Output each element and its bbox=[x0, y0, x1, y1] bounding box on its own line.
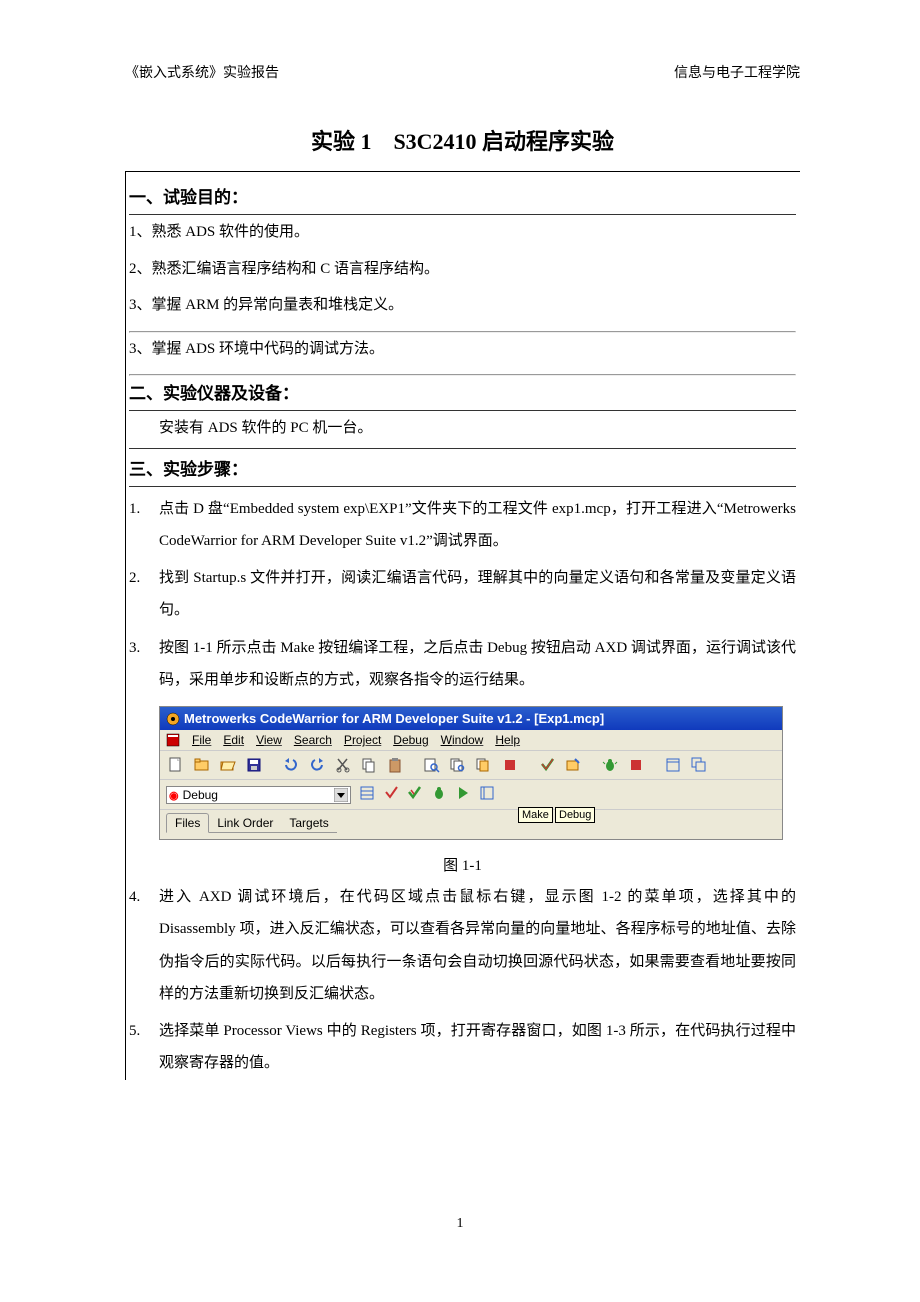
ide-titlebar: Metrowerks CodeWarrior for ARM Developer… bbox=[160, 707, 782, 730]
new-folder-icon[interactable] bbox=[192, 755, 212, 775]
window-cascade-icon[interactable] bbox=[689, 755, 709, 775]
step-number: 5. bbox=[129, 1015, 159, 1080]
step-text: 找到 Startup.s 文件并打开，阅读汇编语言代码，理解其中的向量定义语句和… bbox=[159, 562, 796, 627]
step-number: 4. bbox=[129, 881, 159, 1010]
objective-item: 3、掌握 ADS 环境中代码的调试方法。 bbox=[129, 338, 796, 361]
equipment-text: 安装有 ADS 软件的 PC 机一台。 bbox=[129, 417, 796, 440]
make-button[interactable] bbox=[407, 785, 423, 804]
menu-help[interactable]: Help bbox=[495, 733, 520, 747]
ide-screenshot: Metrowerks CodeWarrior for ARM Developer… bbox=[159, 706, 783, 840]
undo-icon[interactable] bbox=[281, 755, 301, 775]
content-body: 一、试验目的： 1、熟悉 ADS 软件的使用。 2、熟悉汇编语言程序结构和 C … bbox=[125, 171, 800, 1080]
ide-tabs: Files Link Order Targets Make Debug bbox=[160, 810, 782, 839]
window-icon bbox=[166, 733, 180, 747]
ide-project-bar: ◉Debug bbox=[160, 780, 782, 810]
find-files-icon[interactable] bbox=[448, 755, 468, 775]
sync-icon[interactable] bbox=[383, 785, 399, 804]
copy-icon[interactable] bbox=[359, 755, 379, 775]
tab-files[interactable]: Files bbox=[166, 813, 209, 833]
redo-icon[interactable] bbox=[307, 755, 327, 775]
step-text: 点击 D 盘“Embedded system exp\EXP1”文件夹下的工程文… bbox=[159, 493, 796, 558]
divider bbox=[129, 486, 796, 487]
paste-icon[interactable] bbox=[385, 755, 405, 775]
build-icon[interactable] bbox=[563, 755, 583, 775]
divider bbox=[129, 448, 796, 449]
ide-toolbar bbox=[160, 751, 782, 780]
debug-tooltip: Debug bbox=[555, 807, 595, 823]
divider bbox=[129, 214, 796, 215]
menu-search[interactable]: Search bbox=[294, 733, 332, 747]
cut-icon[interactable] bbox=[333, 755, 353, 775]
divider bbox=[129, 374, 796, 376]
debug-button[interactable] bbox=[431, 785, 447, 804]
run-icon[interactable] bbox=[455, 785, 471, 804]
replace-icon[interactable] bbox=[474, 755, 494, 775]
menu-project[interactable]: Project bbox=[344, 733, 381, 747]
step-number: 2. bbox=[129, 562, 159, 627]
stop-icon[interactable] bbox=[500, 755, 520, 775]
project-settings-icon[interactable] bbox=[479, 785, 495, 804]
step-text: 进入 AXD 调试环境后，在代码区域点击鼠标右键，显示图 1-2 的菜单项，选择… bbox=[159, 881, 796, 1010]
objective-item: 1、熟悉 ADS 软件的使用。 bbox=[129, 221, 796, 244]
section-3-heading: 三、实验步骤： bbox=[129, 455, 796, 480]
find-icon[interactable] bbox=[422, 755, 442, 775]
page-number: 1 bbox=[0, 1216, 920, 1232]
step-item: 3. 按图 1-1 所示点击 Make 按钮编译工程，之后点击 Debug 按钮… bbox=[129, 632, 796, 697]
menu-file[interactable]: File bbox=[192, 733, 211, 747]
step-number: 1. bbox=[129, 493, 159, 558]
tab-link-order[interactable]: Link Order bbox=[209, 814, 281, 833]
window-tile-icon[interactable] bbox=[663, 755, 683, 775]
bug-icon[interactable] bbox=[600, 755, 620, 775]
ide-menubar: File Edit View Search Project Debug Wind… bbox=[160, 730, 782, 751]
step-text: 按图 1-1 所示点击 Make 按钮编译工程，之后点击 Debug 按钮启动 … bbox=[159, 632, 796, 697]
figure-caption: 图 1-1 bbox=[129, 854, 796, 875]
chevron-down-icon bbox=[334, 788, 348, 802]
divider bbox=[129, 410, 796, 411]
ide-title-text: Metrowerks CodeWarrior for ARM Developer… bbox=[184, 711, 604, 726]
step-item: 5. 选择菜单 Processor Views 中的 Registers 项，打… bbox=[129, 1015, 796, 1080]
menu-debug[interactable]: Debug bbox=[393, 733, 428, 747]
stop-debug-icon[interactable] bbox=[626, 755, 646, 775]
dropdown-value: Debug bbox=[183, 788, 218, 802]
header-right: 信息与电子工程学院 bbox=[674, 62, 800, 82]
objective-item: 3、掌握 ARM 的异常向量表和堆栈定义。 bbox=[129, 294, 796, 317]
section-1-heading: 一、试验目的： bbox=[129, 183, 796, 208]
menu-window[interactable]: Window bbox=[441, 733, 484, 747]
app-icon bbox=[166, 712, 180, 726]
header-left: 《嵌入式系统》实验报告 bbox=[125, 62, 279, 82]
section-2-heading: 二、实验仪器及设备： bbox=[129, 379, 796, 404]
open-icon[interactable] bbox=[218, 755, 238, 775]
step-number: 3. bbox=[129, 632, 159, 697]
step-text: 选择菜单 Processor Views 中的 Registers 项，打开寄存… bbox=[159, 1015, 796, 1080]
menu-edit[interactable]: Edit bbox=[223, 733, 244, 747]
menu-view[interactable]: View bbox=[256, 733, 282, 747]
save-icon[interactable] bbox=[244, 755, 264, 775]
tab-targets[interactable]: Targets bbox=[281, 814, 336, 833]
settings-icon[interactable] bbox=[359, 785, 375, 804]
step-item: 2. 找到 Startup.s 文件并打开，阅读汇编语言代码，理解其中的向量定义… bbox=[129, 562, 796, 627]
step-item: 1. 点击 D 盘“Embedded system exp\EXP1”文件夹下的… bbox=[129, 493, 796, 558]
check-icon[interactable] bbox=[537, 755, 557, 775]
target-dropdown[interactable]: ◉Debug bbox=[166, 786, 351, 804]
step-item: 4. 进入 AXD 调试环境后，在代码区域点击鼠标右键，显示图 1-2 的菜单项… bbox=[129, 881, 796, 1010]
document-title: 实验 1 S3C2410 启动程序实验 bbox=[125, 124, 800, 156]
objective-item: 2、熟悉汇编语言程序结构和 C 语言程序结构。 bbox=[129, 258, 796, 281]
new-file-icon[interactable] bbox=[166, 755, 186, 775]
make-tooltip: Make bbox=[518, 807, 553, 823]
divider bbox=[129, 331, 796, 333]
